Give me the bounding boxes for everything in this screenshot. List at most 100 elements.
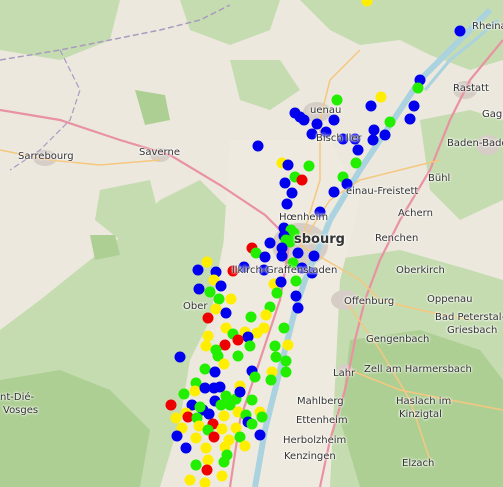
map-marker-blue[interactable]: [180, 442, 192, 454]
label-achern: Achern: [398, 208, 433, 219]
map-marker-blue[interactable]: [408, 100, 420, 112]
map-marker-yellow[interactable]: [239, 440, 251, 452]
map-marker-blue[interactable]: [279, 177, 291, 189]
map-marker-blue[interactable]: [275, 276, 287, 288]
map-marker-blue[interactable]: [292, 302, 304, 314]
map-marker-red[interactable]: [165, 399, 177, 411]
map-marker-blue[interactable]: [259, 251, 271, 263]
map-marker-blue[interactable]: [290, 290, 302, 302]
map-view[interactable]: Rheinau Rastatt Gag uenau Bisch ller Bad…: [0, 0, 503, 487]
map-marker-yellow[interactable]: [190, 432, 202, 444]
map-marker-green[interactable]: [246, 394, 258, 406]
map-marker-blue[interactable]: [234, 386, 246, 398]
map-marker-green[interactable]: [213, 293, 225, 305]
map-marker-red[interactable]: [208, 431, 220, 443]
map-marker-green[interactable]: [249, 371, 261, 383]
map-marker-green[interactable]: [331, 94, 343, 106]
map-marker-yellow[interactable]: [200, 442, 212, 454]
map-marker-blue[interactable]: [220, 307, 232, 319]
map-marker-blue[interactable]: [404, 113, 416, 125]
map-marker-blue[interactable]: [264, 237, 276, 249]
map-marker-blue[interactable]: [252, 140, 264, 152]
map-marker-yellow[interactable]: [189, 385, 201, 397]
map-marker-green[interactable]: [199, 363, 211, 375]
map-marker-yellow[interactable]: [225, 293, 237, 305]
map-marker-green[interactable]: [190, 459, 202, 471]
map-marker-green[interactable]: [265, 374, 277, 386]
map-marker-blue[interactable]: [282, 159, 294, 171]
label-peterstal: Bad Peterstal-: [435, 312, 503, 323]
map-marker-blue[interactable]: [308, 250, 320, 262]
map-marker-yellow[interactable]: [260, 309, 272, 321]
map-marker-yellow[interactable]: [184, 474, 196, 486]
map-marker-green[interactable]: [280, 355, 292, 367]
map-marker-green[interactable]: [232, 350, 244, 362]
map-marker-blue[interactable]: [171, 430, 183, 442]
map-marker-yellow[interactable]: [375, 91, 387, 103]
map-marker-yellow[interactable]: [216, 423, 228, 435]
map-marker-blue[interactable]: [368, 124, 380, 136]
map-marker-green[interactable]: [245, 311, 257, 323]
map-marker-yellow[interactable]: [199, 477, 211, 487]
map-marker-yellow[interactable]: [210, 303, 222, 315]
map-marker-green[interactable]: [218, 456, 230, 468]
map-marker-green[interactable]: [269, 340, 281, 352]
map-marker-blue[interactable]: [193, 283, 205, 295]
label-herbolzheim: Herbolzheim: [283, 435, 347, 446]
map-marker-green[interactable]: [280, 366, 292, 378]
map-marker-yellow[interactable]: [361, 0, 373, 7]
map-marker-blue[interactable]: [281, 198, 293, 210]
map-marker-yellow[interactable]: [282, 339, 294, 351]
map-marker-green[interactable]: [384, 116, 396, 128]
map-marker-green[interactable]: [246, 418, 258, 430]
map-marker-blue[interactable]: [203, 408, 215, 420]
map-marker-blue[interactable]: [379, 129, 391, 141]
map-marker-yellow[interactable]: [218, 358, 230, 370]
map-marker-yellow[interactable]: [200, 340, 212, 352]
map-marker-red[interactable]: [232, 334, 244, 346]
map-marker-red[interactable]: [202, 312, 214, 324]
map-marker-green[interactable]: [271, 287, 283, 299]
map-marker-yellow[interactable]: [202, 454, 214, 466]
map-marker-red[interactable]: [296, 174, 308, 186]
map-marker-green[interactable]: [412, 82, 424, 94]
map-marker-green[interactable]: [244, 340, 256, 352]
map-marker-blue[interactable]: [292, 247, 304, 259]
map-marker-yellow[interactable]: [258, 322, 270, 334]
map-marker-blue[interactable]: [174, 351, 186, 363]
map-marker-yellow[interactable]: [218, 410, 230, 422]
map-marker-blue[interactable]: [328, 186, 340, 198]
label-mahlberg: Mahlberg: [297, 396, 344, 407]
map-marker-green[interactable]: [270, 351, 282, 363]
map-marker-green[interactable]: [178, 388, 190, 400]
label-renchen: Renchen: [375, 233, 419, 244]
map-marker-blue[interactable]: [286, 187, 298, 199]
map-marker-yellow[interactable]: [216, 470, 228, 482]
map-marker-green[interactable]: [194, 401, 206, 413]
map-marker-green[interactable]: [350, 157, 362, 169]
map-marker-blue[interactable]: [367, 134, 379, 146]
map-marker-blue[interactable]: [298, 114, 310, 126]
map-marker-red[interactable]: [201, 464, 213, 476]
map-marker-yellow[interactable]: [170, 412, 182, 424]
map-marker-blue[interactable]: [215, 280, 227, 292]
map-marker-blue[interactable]: [311, 118, 323, 130]
map-marker-blue[interactable]: [328, 114, 340, 126]
map-marker-blue[interactable]: [365, 100, 377, 112]
map-marker-yellow[interactable]: [201, 256, 213, 268]
label-baden-baden: Baden-Bade: [447, 138, 503, 149]
map-marker-green[interactable]: [290, 275, 302, 287]
map-marker-green[interactable]: [303, 160, 315, 172]
map-marker-green[interactable]: [256, 411, 268, 423]
map-marker-blue[interactable]: [192, 264, 204, 276]
map-marker-blue[interactable]: [352, 144, 364, 156]
map-marker-blue[interactable]: [208, 382, 220, 394]
map-marker-blue[interactable]: [209, 366, 221, 378]
map-marker-blue[interactable]: [254, 429, 266, 441]
label-hoenheim: Hœnheim: [279, 212, 329, 223]
map-marker-blue[interactable]: [276, 250, 288, 262]
map-marker-green[interactable]: [278, 322, 290, 334]
map-marker-yellow[interactable]: [202, 330, 214, 342]
map-marker-green[interactable]: [204, 286, 216, 298]
map-marker-blue[interactable]: [454, 25, 466, 37]
